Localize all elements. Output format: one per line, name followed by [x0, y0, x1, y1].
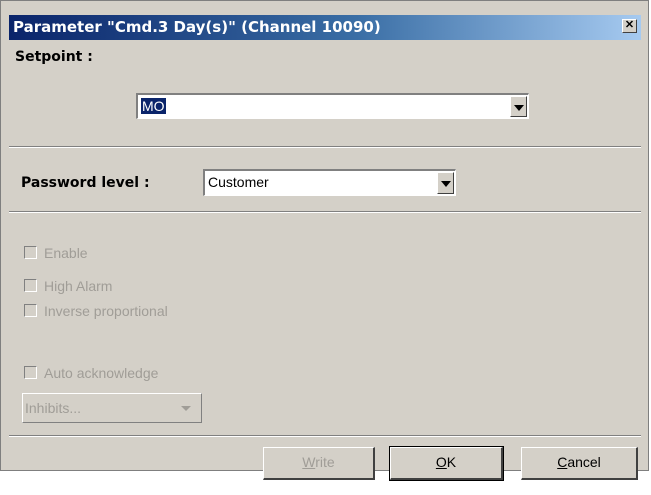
enable-checkbox[interactable]: [24, 246, 37, 259]
write-label: rite: [315, 454, 335, 470]
enable-label: Enable: [44, 245, 88, 261]
inverse-proportional-checkbox[interactable]: [24, 304, 37, 317]
high-alarm-checkbox[interactable]: [24, 279, 37, 292]
password-level-value: Customer: [208, 174, 269, 190]
auto-acknowledge-label: Auto acknowledge: [44, 365, 159, 381]
chevron-down-icon[interactable]: [510, 96, 527, 117]
chevron-down-icon: [181, 406, 191, 411]
divider: [9, 435, 641, 437]
cancel-mnemonic: C: [557, 454, 568, 470]
inverse-proportional-label: Inverse proportional: [44, 303, 168, 319]
chevron-down-icon[interactable]: [437, 172, 454, 194]
setpoint-value: MO: [141, 98, 166, 114]
ok-label: K: [446, 454, 457, 470]
ok-button[interactable]: OK: [389, 446, 504, 481]
setpoint-dropdown[interactable]: MO: [136, 93, 529, 119]
divider: [9, 211, 641, 213]
auto-acknowledge-checkbox[interactable]: [24, 366, 37, 379]
password-level-dropdown[interactable]: Customer: [203, 169, 456, 196]
ok-mnemonic: O: [435, 454, 447, 470]
dialog-title: Parameter "Cmd.3 Day(s)" (Channel 10090): [13, 18, 381, 36]
title-bar[interactable]: Parameter "Cmd.3 Day(s)" (Channel 10090)…: [9, 15, 641, 40]
cancel-button[interactable]: Cancel: [521, 447, 638, 480]
cancel-label: ancel: [567, 454, 601, 470]
write-button[interactable]: Write: [263, 447, 375, 480]
write-mnemonic: W: [302, 454, 316, 470]
inhibits-dropdown[interactable]: Inhibits...: [22, 393, 202, 423]
setpoint-label: Setpoint :: [15, 49, 93, 65]
divider: [9, 146, 641, 148]
password-level-label: Password level :: [21, 175, 150, 191]
close-icon[interactable]: ✕: [622, 19, 637, 33]
inhibits-label: Inhibits...: [25, 400, 82, 416]
parameter-dialog: Parameter "Cmd.3 Day(s)" (Channel 10090)…: [0, 0, 649, 481]
high-alarm-label: High Alarm: [44, 278, 113, 294]
